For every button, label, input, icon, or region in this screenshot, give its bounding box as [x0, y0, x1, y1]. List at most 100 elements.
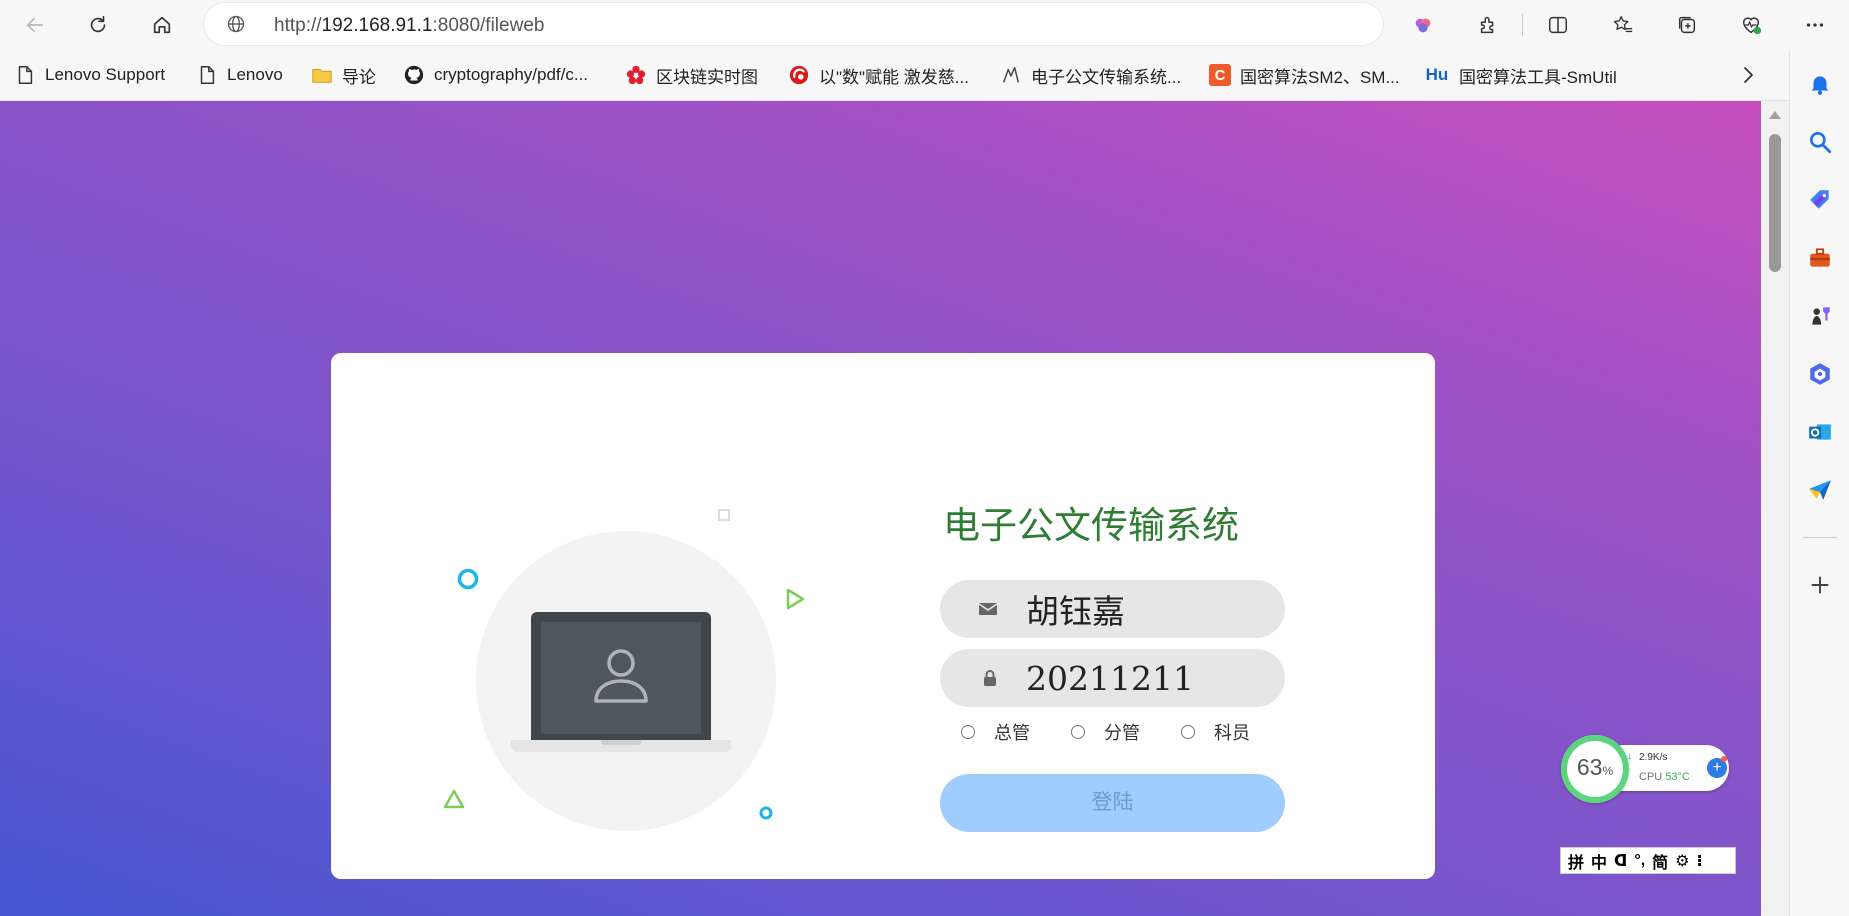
home-icon	[153, 16, 171, 34]
cpu-temp: CPU 53°C	[1639, 771, 1690, 783]
ime-toolbar[interactable]: 拼 中 ᗡ °, 简 ⚙ ⁝	[1560, 847, 1736, 874]
role-option-zongguan[interactable]: 总管	[961, 719, 1030, 745]
network-speed: 2.9K/s	[1639, 752, 1668, 763]
ime-moon-icon[interactable]: ᗡ	[1614, 851, 1627, 871]
url-host: 192.168.91.1	[321, 15, 433, 36]
extensions-button[interactable]	[1470, 8, 1506, 42]
page-viewport: 电子公文传输系统 总管 分管 科员 登陆	[0, 101, 1761, 916]
split-screen-icon	[1549, 16, 1567, 34]
page-scrollbar[interactable]	[1761, 101, 1789, 916]
search-icon	[1810, 132, 1832, 154]
bookmark-label: 电子公文传输系统...	[1031, 67, 1182, 87]
bird-icon	[1000, 64, 1022, 86]
globe-icon	[227, 15, 245, 33]
ime-more-icon[interactable]: ⁝	[1697, 851, 1703, 871]
bookmark-blockchain[interactable]: 区块链实时图	[625, 63, 758, 87]
login-illustration	[331, 353, 891, 879]
scrollbar-thumb[interactable]	[1769, 134, 1781, 272]
outlook-icon	[1809, 424, 1831, 440]
password-field[interactable]	[940, 649, 1285, 707]
page-icon	[196, 64, 218, 86]
microsoft365-button[interactable]	[1805, 359, 1835, 389]
tools-button[interactable]	[1805, 243, 1835, 273]
outlook-button[interactable]	[1805, 417, 1835, 447]
settings-more-button[interactable]	[1797, 8, 1833, 42]
bookmark-cryptography[interactable]: cryptography/pdf/c...	[403, 63, 588, 87]
scroll-up-arrow-icon[interactable]	[1769, 111, 1781, 119]
role-label: 科员	[1214, 723, 1250, 743]
ime-chinese-mode[interactable]: 中	[1591, 849, 1607, 873]
brain-icon	[1415, 18, 1431, 33]
radio-button[interactable]	[1071, 725, 1085, 739]
small-ring-decoration-icon	[759, 806, 773, 820]
arrow-left-icon	[26, 17, 44, 33]
flower-icon	[625, 64, 647, 86]
username-field[interactable]	[940, 580, 1285, 638]
system-monitor-widget[interactable]: 63% ↓ 2.9K/s CPU 53°C +	[1561, 735, 1731, 803]
favorites-button[interactable]	[1605, 8, 1641, 42]
square-decoration-icon	[718, 509, 730, 521]
bookmark-cishan[interactable]: 以"数"赋能 激发慈...	[788, 63, 969, 87]
username-input[interactable]	[1026, 586, 1266, 632]
envelope-icon	[978, 603, 998, 615]
ime-punctuation-icon[interactable]: °,	[1634, 852, 1645, 870]
bookmark-sm2[interactable]: C 国密算法SM2、SM...	[1209, 63, 1400, 87]
refresh-button[interactable]	[80, 8, 116, 42]
search-sidebar-button[interactable]	[1805, 127, 1835, 157]
home-button[interactable]	[144, 8, 180, 42]
role-label: 总管	[994, 723, 1030, 743]
puzzle-icon	[1480, 16, 1494, 34]
back-button[interactable]	[17, 8, 53, 42]
password-input[interactable]	[1026, 655, 1266, 701]
browser-toolbar: http://192.168.91.1:8080/fileweb	[0, 0, 1849, 50]
radio-button[interactable]	[961, 725, 975, 739]
login-card: 电子公文传输系统 总管 分管 科员 登陆	[331, 353, 1435, 879]
collections-button[interactable]	[1669, 8, 1705, 42]
role-option-fenguan[interactable]: 分管	[1071, 719, 1140, 745]
bookmark-smutil[interactable]: Hu 国密算法工具-SmUtil	[1424, 63, 1617, 87]
role-label: 分管	[1104, 723, 1140, 743]
chevron-right-icon[interactable]	[1736, 63, 1760, 87]
monitor-alert-dot	[1721, 756, 1727, 762]
star-list-icon	[1613, 16, 1633, 33]
add-sidebar-app-button[interactable]	[1805, 570, 1835, 600]
laptop-notch	[601, 740, 641, 745]
more-dots-icon	[1806, 23, 1824, 27]
copilot-button[interactable]	[1405, 8, 1441, 42]
bookmark-label: cryptography/pdf/c...	[434, 65, 589, 84]
browser-essentials-button[interactable]	[1733, 8, 1769, 42]
ime-pinyin-icon[interactable]: 拼	[1568, 849, 1584, 873]
notifications-button[interactable]	[1805, 69, 1835, 99]
drop-button[interactable]	[1805, 475, 1835, 505]
bookmark-label: 国密算法SM2、SM...	[1240, 67, 1400, 87]
bookmark-label: 以"数"赋能 激发慈...	[819, 67, 969, 87]
shopping-button[interactable]	[1805, 185, 1835, 215]
page-icon	[14, 64, 36, 86]
login-button[interactable]: 登陆	[940, 774, 1285, 832]
collections-icon	[1678, 16, 1696, 34]
bookmark-lenovo[interactable]: Lenovo	[196, 63, 283, 87]
bookmark-e-document[interactable]: 电子公文传输系统...	[1000, 63, 1181, 87]
ime-simplified-mode[interactable]: 简	[1652, 849, 1668, 873]
url-path: :8080/fileweb	[432, 15, 545, 36]
plus-icon	[1811, 576, 1829, 594]
red-swirl-icon	[788, 64, 810, 86]
memory-percent: 63%	[1576, 754, 1614, 780]
role-option-keyuan[interactable]: 科员	[1181, 719, 1250, 745]
m365-icon	[1810, 363, 1830, 385]
ime-settings-icon[interactable]: ⚙	[1675, 851, 1689, 871]
games-button[interactable]	[1805, 301, 1835, 331]
bookmark-lenovo-support[interactable]: Lenovo Support	[14, 63, 165, 87]
split-screen-button[interactable]	[1540, 8, 1576, 42]
tag-icon	[1810, 190, 1829, 209]
url-text: http://192.168.91.1:8080/fileweb	[274, 15, 544, 37]
triangle-decoration-icon	[786, 588, 805, 610]
role-radio-group: 总管 分管 科员	[961, 719, 1281, 747]
refresh-icon	[90, 15, 106, 33]
user-icon	[594, 649, 648, 703]
bookmark-folder-daolun[interactable]: 导论	[311, 63, 376, 87]
radio-button[interactable]	[1181, 725, 1195, 739]
address-bar[interactable]: http://192.168.91.1:8080/fileweb	[204, 3, 1383, 45]
url-prefix: http://	[274, 15, 322, 36]
ring-decoration-icon	[457, 568, 479, 590]
